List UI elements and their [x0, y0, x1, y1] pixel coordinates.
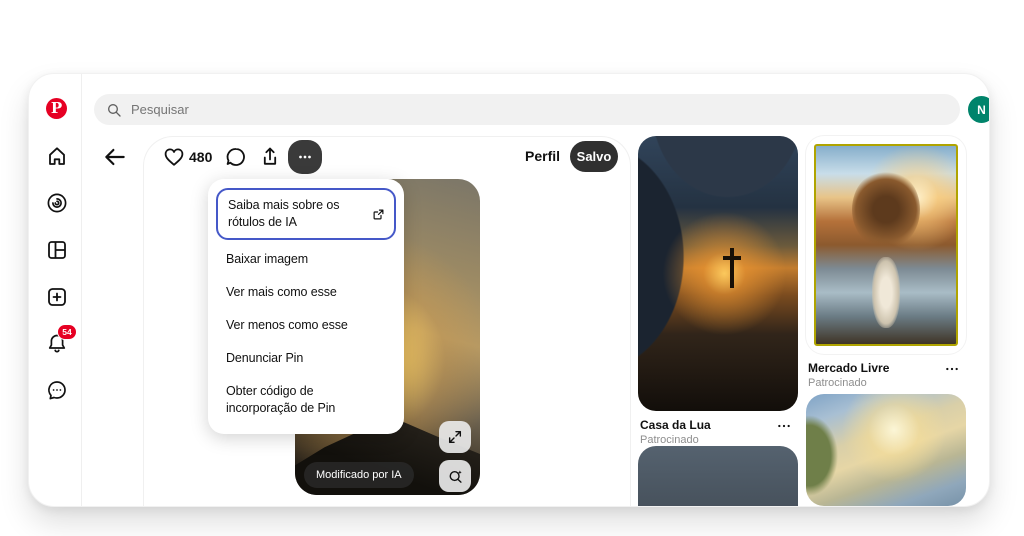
menu-item-report-pin[interactable]: Denunciar Pin	[216, 342, 396, 375]
create-icon[interactable]	[45, 285, 69, 309]
external-link-icon	[371, 207, 386, 222]
comment-icon[interactable]	[224, 145, 248, 169]
pin-title[interactable]: Casa da Lua	[640, 418, 796, 432]
related-pin-partial-bottom-left[interactable]	[638, 446, 798, 506]
related-pin-partial-bottom-right[interactable]	[806, 394, 966, 506]
pin-sponsored-label: Patrocinado	[640, 434, 699, 446]
cross-silhouette	[723, 248, 742, 288]
like-heart-icon[interactable]	[162, 145, 186, 169]
boards-icon[interactable]	[45, 238, 69, 262]
notifications-badge: 54	[57, 324, 77, 340]
pinterest-logo[interactable]: P	[46, 98, 67, 119]
home-icon[interactable]	[45, 144, 69, 168]
profile-link[interactable]: Perfil	[525, 148, 560, 164]
pin-more-options-icon[interactable]	[774, 418, 794, 434]
pin-meta: Casa da Lua Patrocinado	[640, 418, 796, 446]
pin-meta: Mercado Livre Patrocinado	[808, 361, 964, 389]
explore-icon[interactable]	[45, 191, 69, 215]
like-count: 480	[189, 149, 213, 165]
search-icon	[106, 102, 122, 118]
menu-item-ai-labels[interactable]: Saiba mais sobre os rótulos de IA	[216, 188, 396, 240]
menu-item-see-less-like-this[interactable]: Ver menos como esse	[216, 309, 396, 342]
sidebar: P 54	[29, 74, 82, 506]
pin-options-menu: Saiba mais sobre os rótulos de IA Baixar…	[208, 179, 404, 434]
share-icon[interactable]	[258, 145, 282, 169]
pin-title[interactable]: Mercado Livre	[808, 361, 964, 375]
expand-icon[interactable]	[439, 421, 471, 453]
more-options-button[interactable]	[288, 140, 322, 174]
back-button[interactable]	[102, 144, 128, 170]
pin-sponsored-label: Patrocinado	[808, 377, 867, 389]
visual-search-lens-icon[interactable]	[439, 460, 471, 492]
notifications-icon[interactable]: 54	[45, 324, 77, 355]
menu-item-embed-code[interactable]: Obter código de incorporação de Pin	[216, 375, 396, 425]
pin-more-options-icon[interactable]	[942, 361, 962, 377]
pinterest-app-window: P 54 Pesquisar N 480 Perfil Salvo Modifi…	[28, 73, 990, 507]
menu-item-download-image[interactable]: Baixar imagem	[216, 243, 396, 276]
related-pins-column-2: Mercado Livre Patrocinado	[806, 74, 966, 506]
related-pins-column-1: Casa da Lua Patrocinado	[638, 74, 798, 506]
related-pin-casa-da-lua-image[interactable]	[638, 136, 798, 411]
related-pin-mercado-livre-card[interactable]	[806, 136, 966, 354]
lion-image	[814, 144, 958, 346]
profile-avatar[interactable]: N	[968, 96, 989, 123]
menu-item-see-more-like-this[interactable]: Ver mais como esse	[216, 276, 396, 309]
pinterest-logo-letter: P	[50, 99, 63, 117]
ai-modified-badge: Modificado por IA	[304, 462, 414, 488]
messages-icon[interactable]	[45, 378, 69, 402]
saved-button[interactable]: Salvo	[570, 141, 618, 172]
lion-silhouette	[852, 169, 920, 249]
reflection-silhouette	[872, 256, 900, 329]
